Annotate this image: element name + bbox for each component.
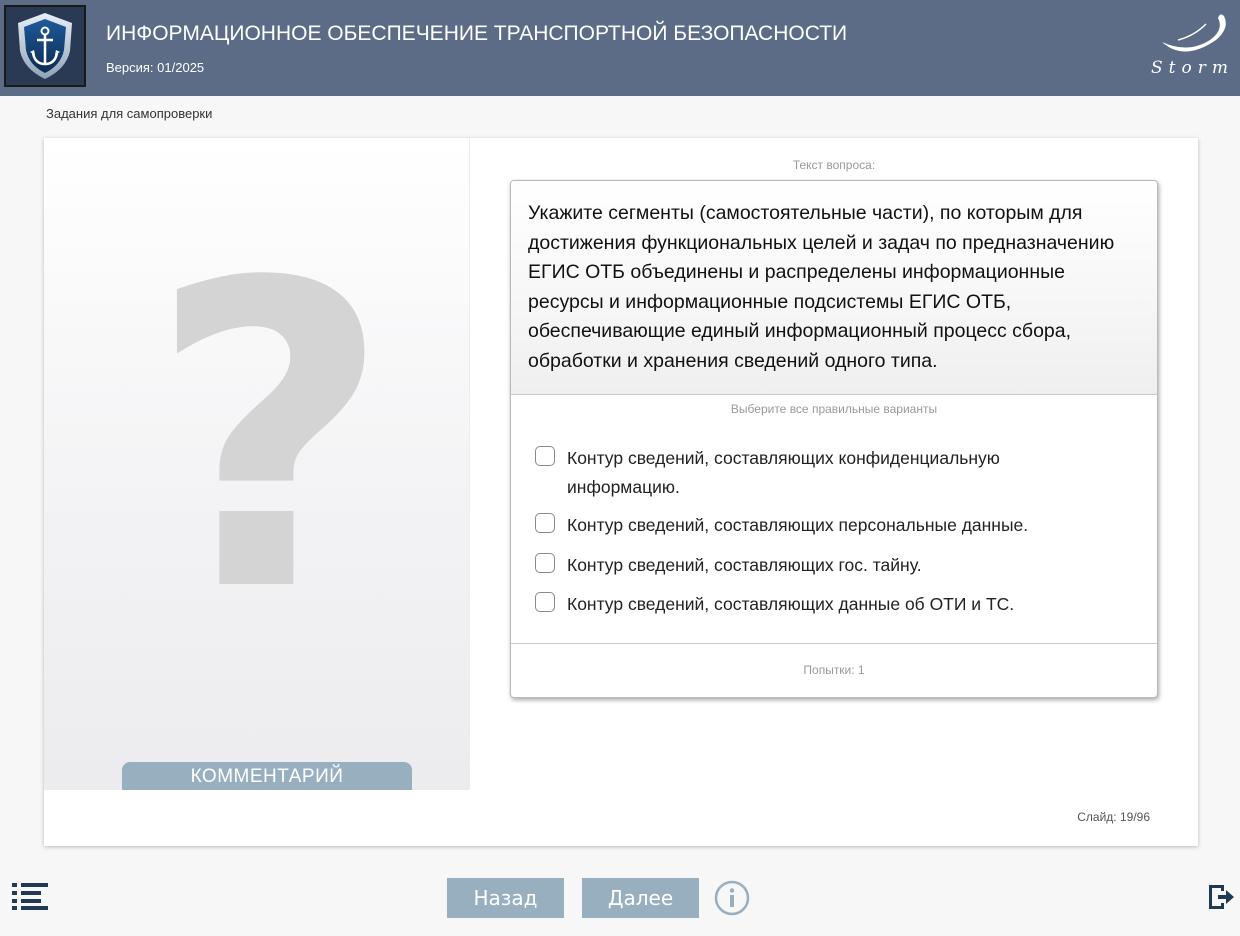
question-text-area: Укажите сегменты (самостоятельные части)… <box>511 181 1157 395</box>
back-button[interactable]: Назад <box>447 878 564 918</box>
question-mark-icon: ? <box>148 195 392 684</box>
option-label[interactable]: Контур сведений, составляющих данные об … <box>567 590 1107 619</box>
option-checkbox[interactable] <box>535 553 555 573</box>
option-checkbox[interactable] <box>535 513 555 533</box>
list-icon[interactable] <box>12 882 48 910</box>
option-checkbox[interactable] <box>535 592 555 612</box>
storm-swoosh-icon <box>1162 14 1226 52</box>
storm-logo: Storm <box>1151 10 1234 86</box>
option-label[interactable]: Контур сведений, составляющих конфиденци… <box>567 444 1107 502</box>
anchor-shield-icon <box>4 5 86 87</box>
slide-counter: Слайд: 19/96 <box>1077 810 1150 824</box>
info-icon[interactable] <box>714 880 750 916</box>
question-text: Укажите сегменты (самостоятельные части)… <box>528 202 1115 372</box>
option-label[interactable]: Контур сведений, составляющих персональн… <box>567 511 1107 540</box>
question-box: Укажите сегменты (самостоятельные части)… <box>510 180 1158 698</box>
option-label[interactable]: Контур сведений, составляющих гос. тайну… <box>567 551 1107 580</box>
next-button[interactable]: Далее <box>582 878 699 918</box>
attempts-divider <box>511 643 1157 644</box>
question-slide: ? КОММЕНТАРИЙ Текст вопроса: Укажите сег… <box>44 138 1198 846</box>
question-caption: Текст вопроса: <box>792 158 876 172</box>
exit-icon[interactable] <box>1206 882 1236 912</box>
option-checkbox[interactable] <box>535 446 555 466</box>
section-label: Задания для самопроверки <box>46 106 213 121</box>
app-header: ИНФОРМАЦИОННОЕ ОБЕСПЕЧЕНИЕ ТРАНСПОРТНОЙ … <box>0 0 1240 96</box>
answer-instruction: Выберите все правильные варианты <box>730 402 938 416</box>
attempts-counter: Попытки: 1 <box>803 663 865 677</box>
image-panel: ? КОММЕНТАРИЙ <box>44 138 470 790</box>
app-version: Версия: 01/2025 <box>106 60 205 75</box>
comment-button[interactable]: КОММЕНТАРИЙ <box>122 762 412 790</box>
app-title: ИНФОРМАЦИОННОЕ ОБЕСПЕЧЕНИЕ ТРАНСПОРТНОЙ … <box>106 22 848 45</box>
brand-name: Storm <box>1151 58 1234 78</box>
